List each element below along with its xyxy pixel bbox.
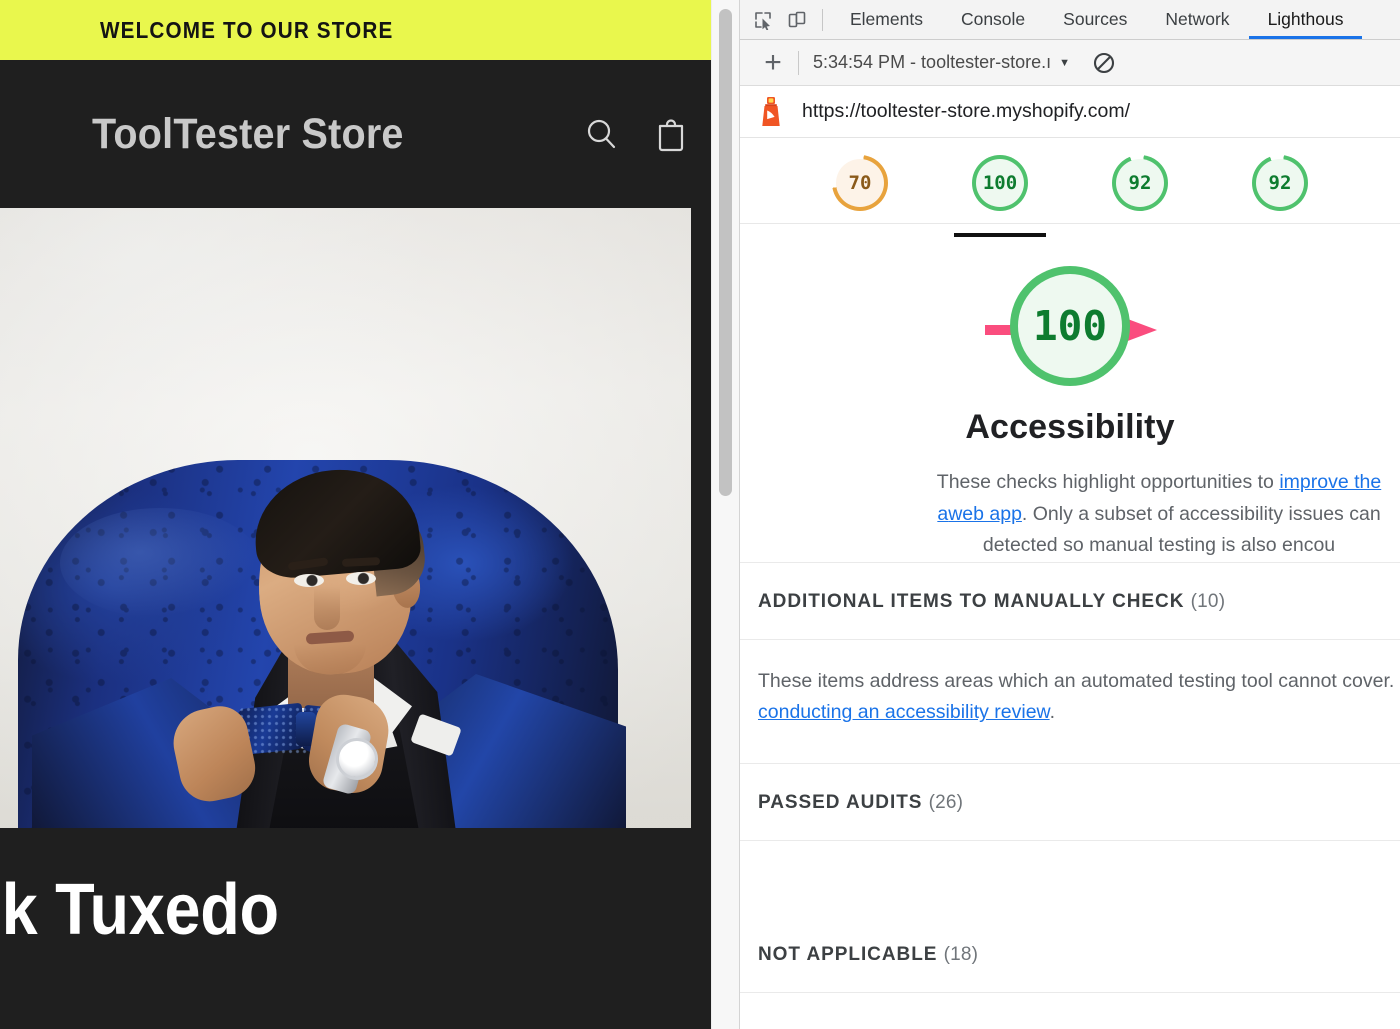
- best-practices-score: 92: [1128, 171, 1152, 194]
- accessibility-review-link[interactable]: conducting an accessibility review: [758, 701, 1050, 723]
- section-not-applicable: NOT APPLICABLE (18): [740, 916, 1400, 1029]
- store-logo[interactable]: ToolTester Store: [92, 110, 404, 159]
- score-tab-best-practices[interactable]: 92: [1094, 154, 1186, 211]
- category-gauge-wrap: 100: [740, 266, 1400, 406]
- category-score-tabs: 70 100 92 92: [740, 138, 1400, 237]
- passed-audits-heading[interactable]: PASSED AUDITS (26): [740, 792, 1400, 840]
- toolbar-divider: [822, 8, 823, 31]
- manual-check-count: (10): [1190, 590, 1226, 612]
- score-tab-performance[interactable]: 70: [814, 154, 906, 211]
- seo-gauge: 92: [1252, 154, 1308, 211]
- page-scrollbar-thumb[interactable]: [719, 9, 732, 496]
- tab-lighthouse[interactable]: Lighthous: [1248, 0, 1363, 39]
- web-app-link[interactable]: web app: [948, 503, 1022, 525]
- page-scrollbar-track[interactable]: [711, 0, 739, 1029]
- chevron-down-icon[interactable]: ▼: [1059, 57, 1070, 69]
- accessibility-score: 100: [982, 171, 1018, 194]
- shopping-bag-icon[interactable]: [653, 115, 689, 153]
- right-eye: [346, 572, 376, 585]
- shoulder-highlight: [60, 508, 260, 618]
- section-manual-check: ADDITIONAL ITEMS TO MANUALLY CHECK (10) …: [740, 561, 1400, 763]
- lighthouse-subtoolbar: + 5:34:54 PM - tooltester-store.ı ▼: [740, 40, 1400, 86]
- passed-audits-title: PASSED AUDITS: [758, 791, 923, 813]
- category-summary: 100 Accessibility These checks highlight…: [740, 224, 1400, 562]
- not-applicable-divider: [740, 991, 1400, 1029]
- subtoolbar-divider: [798, 50, 799, 75]
- devtools-tab-list: Elements Console Sources Network Lightho…: [831, 0, 1363, 39]
- performance-gauge: 70: [832, 154, 888, 211]
- storefront-preview: WELCOME TO OUR STORE ToolTester Store lk…: [0, 0, 711, 1029]
- hero-product-image[interactable]: [0, 208, 691, 828]
- new-audit-button[interactable]: +: [754, 47, 792, 79]
- section-passed-audits: PASSED AUDITS (26): [740, 762, 1400, 916]
- devtools-tabbar: Elements Console Sources Network Lightho…: [740, 0, 1400, 40]
- accessibility-gauge: 100: [972, 154, 1028, 211]
- accessibility-big-gauge: 100: [1010, 266, 1130, 386]
- product-title: lk Tuxedo: [0, 870, 279, 950]
- best-practices-gauge: 92: [1112, 154, 1168, 211]
- store-header: ToolTester Store: [0, 60, 711, 208]
- tab-network[interactable]: Network: [1146, 0, 1248, 39]
- device-toolbar-icon[interactable]: [780, 0, 814, 39]
- manual-check-title: ADDITIONAL ITEMS TO MANUALLY CHECK: [758, 590, 1185, 612]
- passed-audits-count: (26): [928, 791, 964, 813]
- desc-text-3: . Only a subset of accessibility issues …: [1021, 502, 1381, 525]
- clear-all-icon[interactable]: [1092, 51, 1116, 75]
- product-title-strip: lk Tuxedo: [0, 828, 711, 1029]
- manual-check-heading[interactable]: ADDITIONAL ITEMS TO MANUALLY CHECK (10): [740, 591, 1400, 639]
- not-applicable-heading[interactable]: NOT APPLICABLE (18): [740, 944, 1400, 992]
- audited-url[interactable]: https://tooltester-store.myshopify.com/: [802, 100, 1130, 123]
- score-tab-accessibility[interactable]: 100: [954, 154, 1046, 237]
- manual-text-1: These items address areas which an autom…: [758, 669, 1395, 692]
- gauge-score-value: 100: [1018, 274, 1122, 378]
- tab-console[interactable]: Console: [942, 0, 1044, 39]
- lighthouse-url-bar: https://tooltester-store.myshopify.com/: [740, 86, 1400, 138]
- desc-text-1: These checks highlight opportunities to: [936, 471, 1280, 493]
- audit-run-label: 5:34:54 PM - tooltester-store.ı: [813, 52, 1052, 72]
- announcement-text: WELCOME TO OUR STORE: [100, 16, 394, 43]
- audit-run-selector[interactable]: 5:34:54 PM - tooltester-store.ı ▼: [813, 52, 1070, 73]
- search-icon[interactable]: [583, 115, 619, 153]
- score-tab-seo[interactable]: 92: [1234, 154, 1326, 211]
- not-applicable-title: NOT APPLICABLE: [758, 943, 938, 965]
- screenshot-root: WELCOME TO OUR STORE ToolTester Store lk…: [0, 0, 1400, 1029]
- seo-score: 92: [1268, 171, 1292, 194]
- lighthouse-icon: [756, 95, 786, 129]
- manual-text-2: .: [1049, 701, 1055, 724]
- category-title: Accessibility: [965, 408, 1175, 446]
- performance-score: 70: [848, 171, 872, 194]
- desc-text-4: detected so manual testing is also encou: [982, 534, 1336, 557]
- tab-sources[interactable]: Sources: [1044, 0, 1146, 39]
- nose: [314, 586, 340, 630]
- header-icon-group: [583, 115, 689, 153]
- not-applicable-count: (18): [943, 943, 979, 965]
- inspect-element-icon[interactable]: [746, 0, 780, 39]
- category-description: These checks highlight opportunities to …: [750, 467, 1390, 562]
- devtools-panel: Elements Console Sources Network Lightho…: [739, 0, 1400, 1029]
- manual-check-body: These items address areas which an autom…: [740, 638, 1400, 763]
- announcement-bar: WELCOME TO OUR STORE: [0, 0, 711, 60]
- passed-audits-divider: [740, 839, 1400, 916]
- tab-elements[interactable]: Elements: [831, 0, 942, 39]
